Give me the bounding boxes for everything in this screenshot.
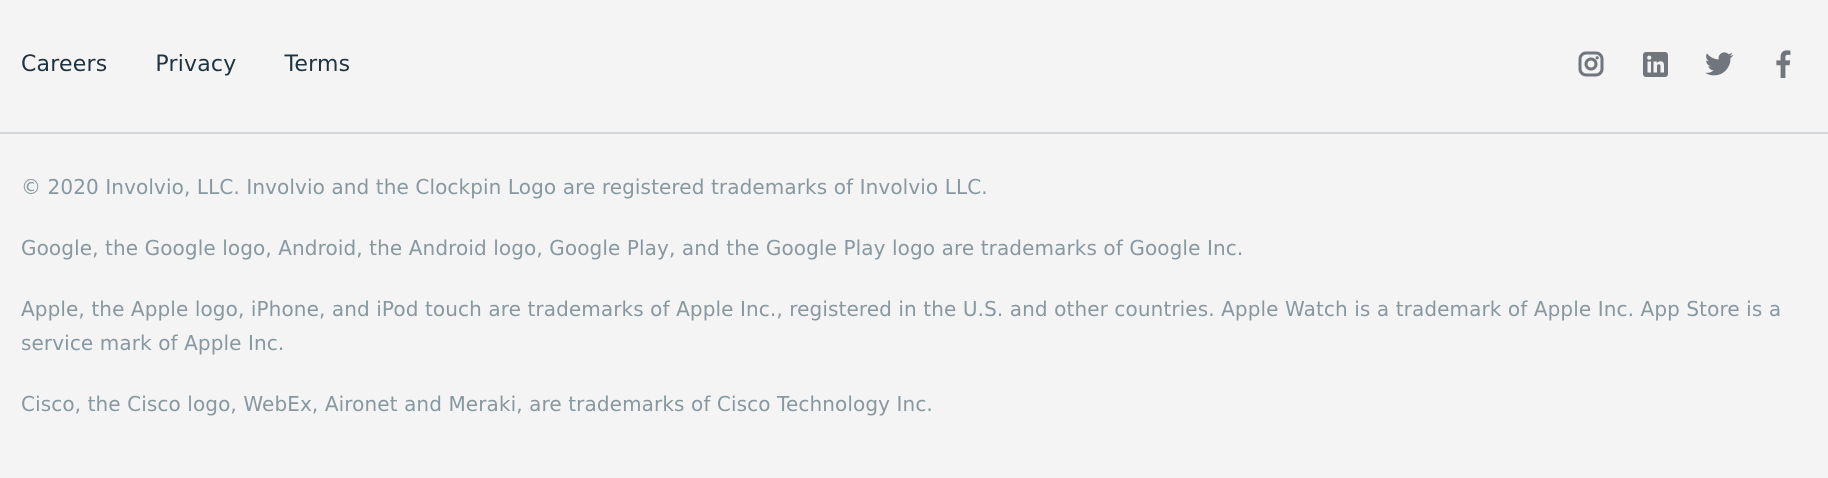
- twitter-icon[interactable]: [1704, 48, 1734, 80]
- careers-link[interactable]: Careers: [21, 50, 107, 80]
- linkedin-icon[interactable]: [1640, 48, 1670, 80]
- footer-nav: Careers Privacy Terms: [21, 50, 350, 80]
- copyright-text: © 2020 Involvio, LLC. Involvio and the C…: [21, 175, 988, 199]
- social-links: [1576, 48, 1798, 80]
- google-trademark-text: Google, the Google logo, Android, the An…: [21, 236, 1244, 260]
- instagram-icon[interactable]: [1576, 48, 1606, 80]
- terms-link[interactable]: Terms: [284, 50, 350, 80]
- footer-top-bar: Careers Privacy Terms: [0, 0, 1828, 134]
- site-footer: Careers Privacy Terms © 2020 Involvio, L…: [0, 0, 1828, 478]
- privacy-link[interactable]: Privacy: [155, 50, 236, 80]
- legal-notices: © 2020 Involvio, LLC. Involvio and the C…: [21, 170, 1811, 448]
- cisco-trademark-text: Cisco, the Cisco logo, WebEx, Aironet an…: [21, 392, 933, 416]
- apple-trademark-text: Apple, the Apple logo, iPhone, and iPod …: [21, 297, 1782, 355]
- facebook-icon[interactable]: [1768, 48, 1798, 80]
